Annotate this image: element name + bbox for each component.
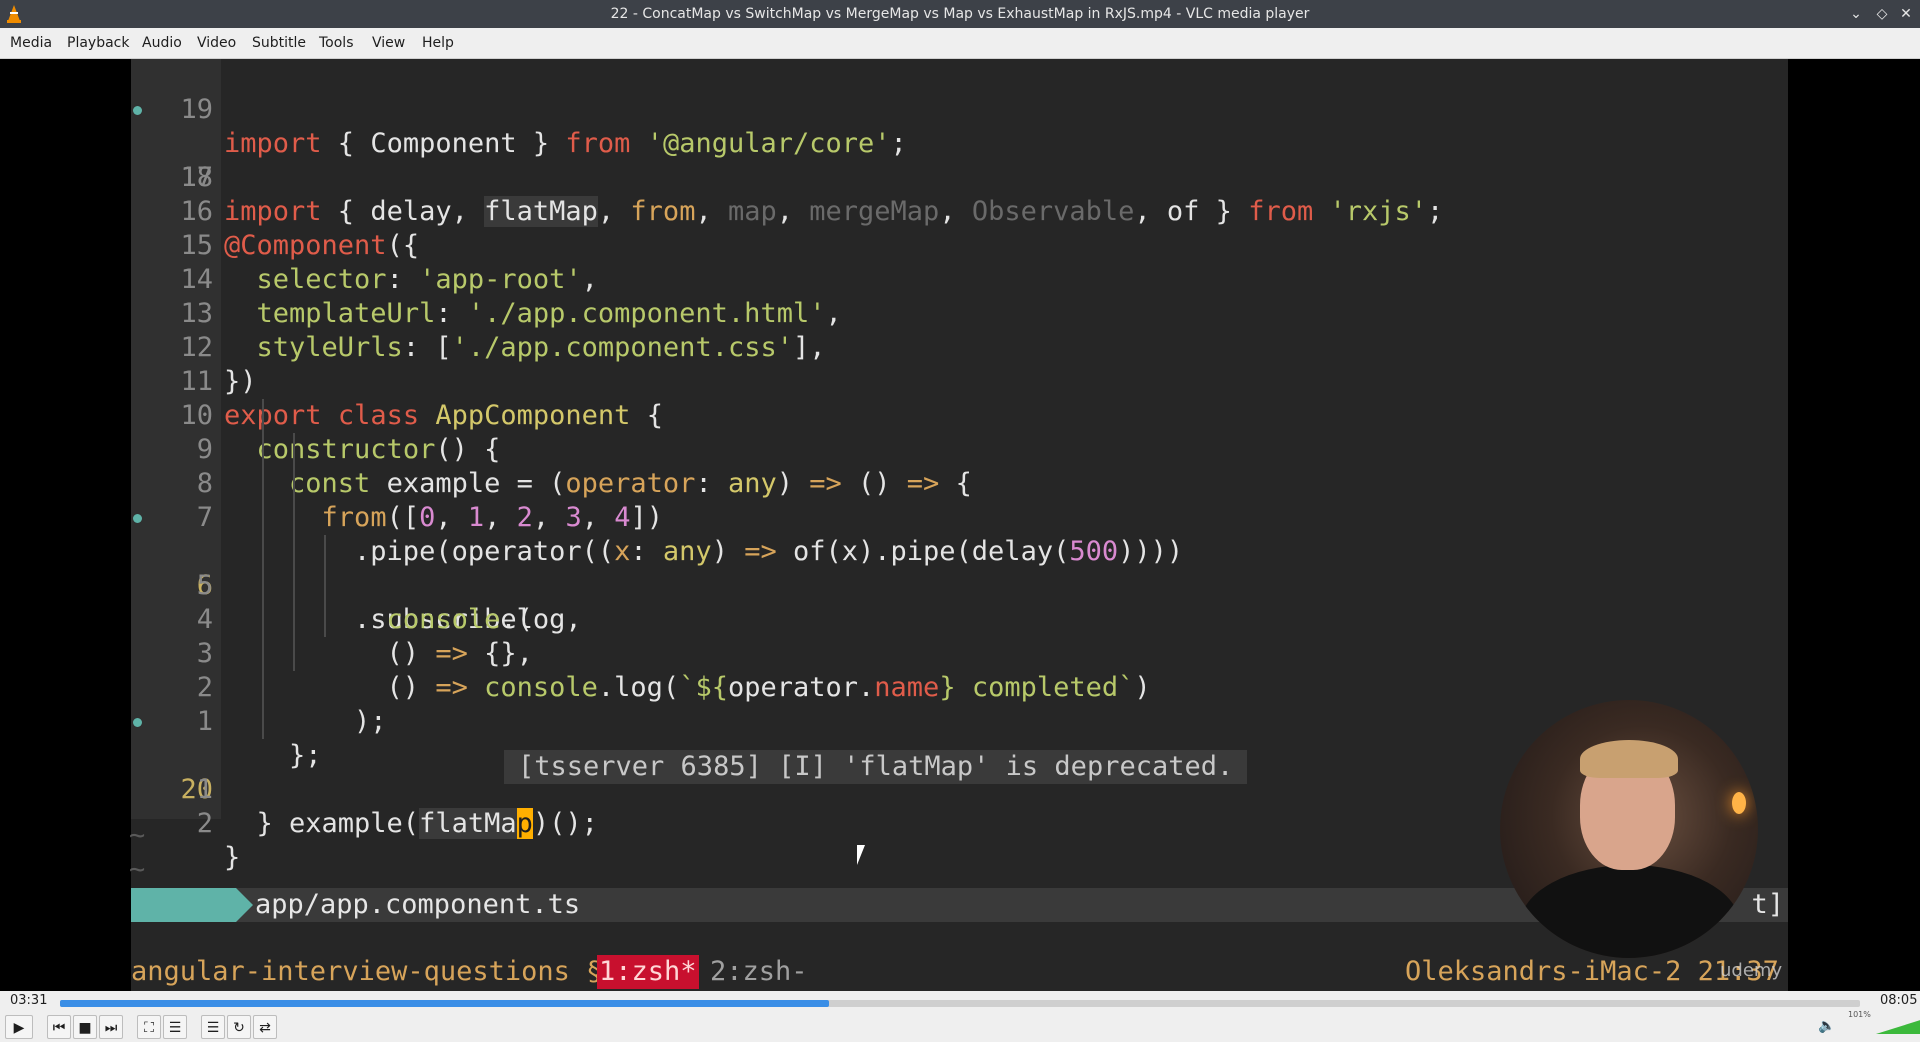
indent-guide (293, 433, 295, 671)
shuffle-button[interactable]: ⇄ (253, 1015, 277, 1039)
total-time: 08:05 (1880, 993, 1918, 1008)
code-line: 5 console.log, (196, 570, 582, 635)
mouse-cursor-icon (857, 845, 865, 865)
menu-playback[interactable]: Playback (67, 28, 129, 58)
breakpoint-dot (133, 718, 142, 727)
stop-button[interactable]: ■ (73, 1015, 97, 1039)
close-icon[interactable]: ✕ (1896, 4, 1916, 24)
presenter-body (1520, 865, 1740, 958)
seek-progress (60, 1000, 829, 1007)
menu-bar: Media Playback Audio Video Subtitle Tool… (0, 28, 1920, 59)
menu-help[interactable]: Help (422, 28, 454, 58)
tmux-statusbar: angular-interview-questions § 1:zsh* 2:z… (131, 955, 1788, 989)
code-line: 20 example(flatMap)(); (131, 705, 1788, 839)
maximize-icon[interactable]: ◇ (1872, 4, 1892, 24)
webcam-overlay (1500, 700, 1758, 958)
window-title: 22 - ConcatMap vs SwitchMap vs MergeMap … (610, 6, 1310, 22)
diagnostic-tooltip: [tsserver 6385] [I] 'flatMap' is depreca… (504, 750, 1248, 784)
code-line: 14 templateUrl: './app.component.html', (180, 264, 842, 329)
previous-button[interactable]: ⏮ (47, 1015, 71, 1039)
volume-level-icon (1876, 1020, 1920, 1034)
menu-tools[interactable]: Tools (319, 28, 354, 58)
volume-slider[interactable] (1876, 1012, 1920, 1034)
tmux-session: angular-interview-questions § (131, 956, 603, 987)
code-line: 16 @Component({ (180, 196, 420, 261)
code-line: 17 (180, 162, 213, 193)
code-line: 9 const example = (operator: any) => () … (196, 434, 972, 499)
player-controls: 03:31 08:05 ▶ ⏮ ■ ⏭ ⛶ ☰ ☰ ↻ ⇄ 🔈 101% (0, 991, 1920, 1042)
playlist-button[interactable]: ☰ (201, 1015, 225, 1039)
indent-guide (262, 399, 264, 739)
indent-guide (324, 535, 326, 637)
empty-line-marker: ~ (129, 820, 146, 851)
menu-audio[interactable]: Audio (142, 28, 182, 58)
next-button[interactable]: ⏭ (99, 1015, 123, 1039)
empty-line-marker: ~ (129, 854, 146, 885)
lamp-light (1732, 792, 1746, 814)
code-line: 10 constructor() { (180, 400, 501, 465)
code-line: 3 () => console.log(`${operator.name} co… (196, 638, 1151, 703)
minimize-icon[interactable]: ⌄ (1846, 4, 1866, 24)
elapsed-time: 03:31 (10, 993, 48, 1008)
code-line: 7 .pipe(operator((x: any) => of(x).pipe(… (196, 502, 1184, 567)
breakpoint-dot (133, 106, 142, 115)
code-line: 13 styleUrls: ['./app.component.css'], (180, 298, 826, 363)
loop-button[interactable]: ↻ (227, 1015, 251, 1039)
tmux-window: 2:zsh- (710, 956, 808, 987)
code-line: 15 selector: 'app-root', (180, 230, 598, 295)
code-line: 11 export class AppComponent { (180, 366, 663, 431)
menu-video[interactable]: Video (197, 28, 236, 58)
title-bar: 22 - ConcatMap vs SwitchMap vs MergeMap … (0, 0, 1920, 28)
menu-subtitle[interactable]: Subtitle (252, 28, 306, 58)
volume-percent: 101% (1848, 1010, 1871, 1019)
status-filename: app/app.component.ts (255, 889, 581, 920)
menu-view[interactable]: View (372, 28, 405, 58)
extended-settings-button[interactable]: ☰ (163, 1015, 187, 1039)
code-line: 8 from([0, 1, 2, 3, 4]) (196, 468, 663, 533)
presenter-hair (1580, 740, 1678, 778)
code-line: 12 }) (180, 332, 257, 397)
code-line: 4 () => {}, (196, 604, 533, 669)
code-line: 2 ); (196, 672, 387, 737)
code-line: 19 import { Component } from '@angular/c… (180, 94, 907, 159)
speaker-icon[interactable]: 🔈 (1818, 1018, 1835, 1034)
breakpoint-dot (133, 514, 142, 523)
code-line: 18 import { delay, flatMap, from, map, m… (131, 93, 1788, 227)
status-right: t] (1751, 889, 1784, 920)
seek-bar[interactable] (60, 1000, 1860, 1007)
udemy-watermark: udemy (1720, 960, 1783, 981)
tmux-window-active: 1:zsh* (597, 955, 699, 989)
play-button[interactable]: ▶ (5, 1015, 33, 1039)
code-line: 6 .subscribe( (131, 501, 1788, 635)
mode-indicator (131, 888, 253, 922)
fullscreen-button[interactable]: ⛶ (137, 1015, 161, 1039)
code-line: 1 }; (196, 706, 322, 771)
video-area[interactable]: 19 import { Component } from '@angular/c… (0, 59, 1920, 991)
menu-media[interactable]: Media (10, 28, 52, 58)
